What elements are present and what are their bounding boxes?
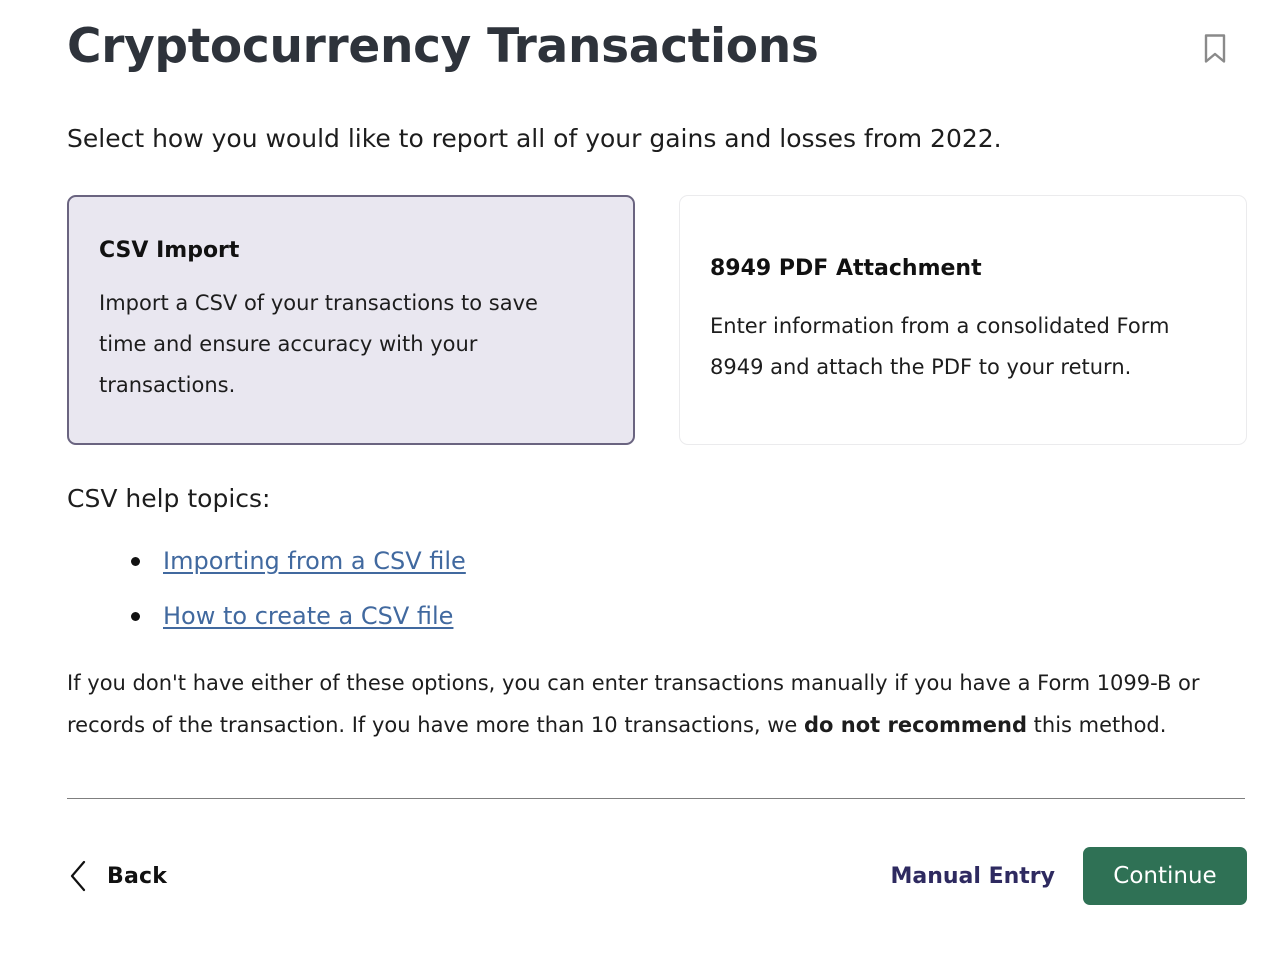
back-button-label: Back <box>107 863 168 889</box>
option-card-title: 8949 PDF Attachment <box>710 255 982 281</box>
option-card-description: Import a CSV of your transactions to sav… <box>99 290 538 397</box>
header: Cryptocurrency Transactions <box>67 19 1247 74</box>
footer: Back Manual Entry Continue <box>67 845 1247 907</box>
list-item: How to create a CSV file <box>67 589 466 644</box>
manual-entry-note: If you don't have either of these option… <box>67 662 1245 746</box>
manual-entry-button[interactable]: Manual Entry <box>884 860 1061 893</box>
option-card-8949-pdf-attachment[interactable]: 8949 PDF Attachment Enter information fr… <box>679 195 1247 445</box>
note-emphasis: do not recommend <box>804 713 1027 737</box>
help-topics-list: Importing from a CSV file How to create … <box>67 534 466 644</box>
option-card-title: CSV Import <box>99 238 240 264</box>
help-link-how-to-create-csv[interactable]: How to create a CSV file <box>163 602 453 631</box>
bullet-icon <box>67 612 163 621</box>
bullet-icon <box>67 557 163 566</box>
option-card-description: Enter information from a consolidated Fo… <box>710 314 1170 380</box>
help-link-importing-from-csv[interactable]: Importing from a CSV file <box>163 547 466 576</box>
option-cards: CSV Import Import a CSV of your transact… <box>67 195 1247 445</box>
page-title: Cryptocurrency Transactions <box>67 19 819 74</box>
footer-actions: Manual Entry Continue <box>884 847 1247 905</box>
footer-divider <box>67 798 1245 799</box>
back-button[interactable]: Back <box>67 859 167 893</box>
subtitle: Select how you would like to report all … <box>67 124 1002 153</box>
list-item: Importing from a CSV file <box>67 534 466 589</box>
bookmark-icon[interactable] <box>1203 33 1227 65</box>
help-topics-heading: CSV help topics: <box>67 484 271 513</box>
option-card-csv-import[interactable]: CSV Import Import a CSV of your transact… <box>67 195 635 445</box>
continue-button[interactable]: Continue <box>1083 847 1247 905</box>
note-part-2: this method. <box>1026 713 1167 737</box>
crypto-transactions-page: Cryptocurrency Transactions Select how y… <box>0 0 1280 955</box>
chevron-left-icon <box>67 859 89 893</box>
